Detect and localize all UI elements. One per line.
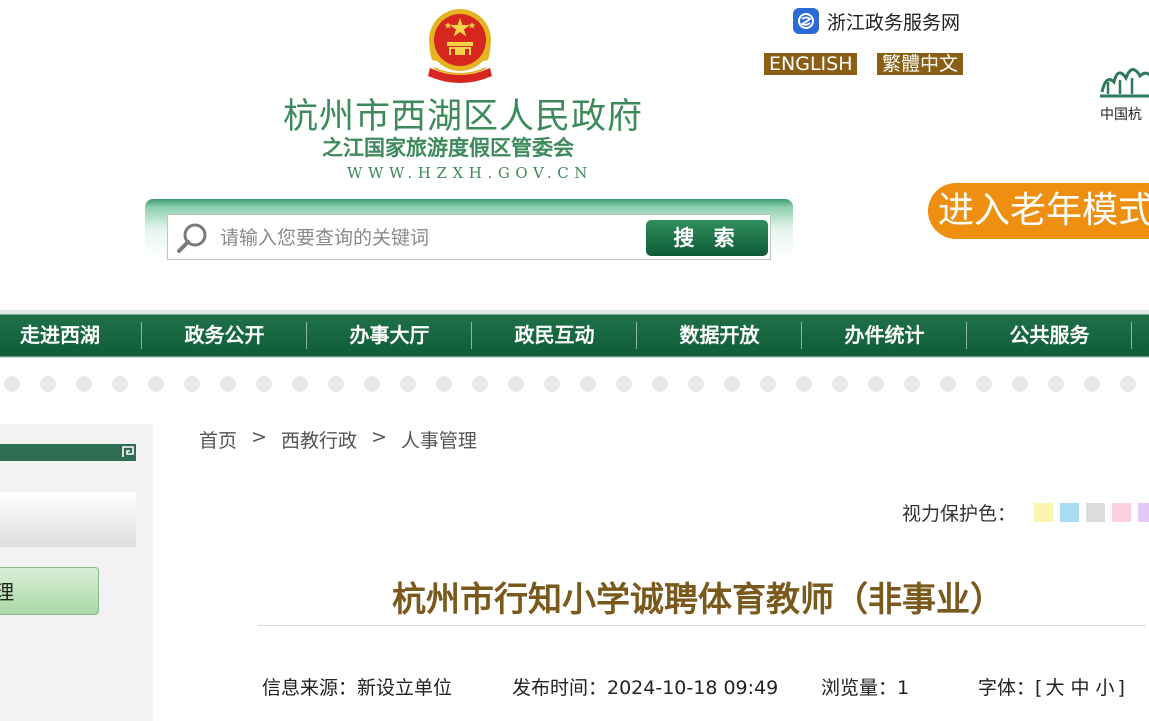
decorative-dot — [292, 376, 308, 392]
eye-color-pink[interactable] — [1112, 503, 1131, 522]
decorative-dot — [472, 376, 488, 392]
decorative-dot — [40, 376, 56, 392]
decorative-dot — [724, 376, 740, 392]
decorative-dot — [1120, 376, 1136, 392]
hangzhou-logo-icon — [1100, 68, 1149, 98]
search-input[interactable] — [218, 221, 642, 255]
sidebar: 理 — [0, 424, 153, 721]
decorative-dot — [940, 376, 956, 392]
zhejiang-service-label: 浙江政务服务网 — [827, 11, 961, 34]
nav-separator — [1131, 322, 1132, 349]
sidebar-item-personnel[interactable]: 理 — [0, 567, 99, 615]
main-nav: 走进西湖 政务公开 办事大厅 政民互动 数据开放 办件统计 公共服务 — [0, 310, 1149, 358]
nav-item-gov-affairs[interactable]: 政务公开 — [142, 315, 307, 356]
decorative-dot — [976, 376, 992, 392]
eye-color-gray[interactable] — [1086, 503, 1105, 522]
hangzhou-logo-caption: 中国杭 — [1100, 107, 1142, 123]
corner-ornament-icon — [122, 446, 134, 457]
decorative-dot — [112, 376, 128, 392]
decorative-dot — [1012, 376, 1028, 392]
breadcrumb-home[interactable]: 首页 — [199, 426, 237, 453]
decorative-dots-row — [0, 376, 1149, 396]
zhejiang-service-link[interactable]: 浙江政务服务网 — [793, 8, 960, 34]
breadcrumb-education-admin[interactable]: 西教行政 — [281, 426, 357, 453]
nav-item-about-xihu[interactable]: 走进西湖 — [0, 315, 120, 356]
decorative-dot — [652, 376, 668, 392]
title-divider — [258, 625, 1146, 626]
article-views: 浏览量：1 — [821, 677, 910, 699]
search-icon — [177, 223, 207, 253]
nav-item-service-hall[interactable]: 办事大厅 — [307, 315, 472, 356]
traditional-chinese-link[interactable]: 繁體中文 — [877, 53, 964, 75]
font-medium-button[interactable]: 中 — [1070, 677, 1089, 699]
nav-item-public-service[interactable]: 公共服务 — [967, 315, 1132, 356]
eye-protection-label: 视力保护色： — [902, 503, 1017, 525]
decorative-dot — [760, 376, 776, 392]
font-large-button[interactable]: 大 — [1045, 677, 1064, 699]
elder-mode-button[interactable]: 进入老年模式 — [928, 183, 1149, 239]
search-box: 搜 索 — [167, 214, 771, 260]
breadcrumb-personnel[interactable]: 人事管理 — [401, 426, 477, 453]
breadcrumb: 首页 > 西教行政 > 人事管理 — [199, 426, 477, 453]
decorative-dot — [364, 376, 380, 392]
decorative-dot — [904, 376, 920, 392]
decorative-dot — [400, 376, 416, 392]
eye-color-yellow[interactable] — [1034, 503, 1053, 522]
font-size-label: 字体： — [978, 677, 1036, 699]
decorative-dot — [832, 376, 848, 392]
site-url: WWW.HZXH.GOV.CN — [347, 164, 594, 182]
search-bar: 搜 索 — [145, 199, 793, 271]
nav-item-open-data[interactable]: 数据开放 — [637, 315, 802, 356]
decorative-dot — [868, 376, 884, 392]
nav-item-interaction[interactable]: 政民互动 — [472, 315, 637, 356]
decorative-dot — [220, 376, 236, 392]
decorative-dot — [1048, 376, 1064, 392]
article-publish-time: 发布时间：2024-10-18 09:49 — [512, 677, 779, 699]
eye-color-blue[interactable] — [1060, 503, 1079, 522]
article-title: 杭州市行知小学诚聘体育教师（非事业） — [392, 580, 1004, 620]
decorative-dot — [4, 376, 20, 392]
national-emblem-icon — [420, 2, 500, 88]
site-subtitle: 之江国家旅游度假区管委会 — [322, 136, 574, 160]
decorative-dot — [1084, 376, 1100, 392]
nav-item-case-stats[interactable]: 办件统计 — [802, 315, 967, 356]
decorative-dot — [580, 376, 596, 392]
breadcrumb-separator: > — [370, 426, 387, 448]
sidebar-category — [0, 492, 136, 547]
english-version-link[interactable]: ENGLISH — [764, 53, 858, 75]
sidebar-item-label: 理 — [0, 580, 14, 604]
font-size-control: 字体：[大中小] — [978, 673, 1125, 700]
font-bracket-open: [ — [1035, 677, 1043, 699]
decorative-dot — [544, 376, 560, 392]
decorative-dot — [436, 376, 452, 392]
hangzhou-city-logo[interactable]: 中国杭 — [1096, 52, 1149, 127]
decorative-dot — [508, 376, 524, 392]
decorative-dot — [616, 376, 632, 392]
decorative-dot — [688, 376, 704, 392]
decorative-dot — [184, 376, 200, 392]
font-small-button[interactable]: 小 — [1095, 677, 1114, 699]
sidebar-header-bar — [0, 444, 136, 461]
decorative-dot — [256, 376, 272, 392]
breadcrumb-separator: > — [251, 426, 267, 448]
zhejiang-service-icon — [793, 8, 819, 34]
font-bracket-close: ] — [1117, 677, 1125, 699]
eye-color-purple[interactable] — [1138, 503, 1149, 522]
decorative-dot — [148, 376, 164, 392]
article-source: 信息来源：新设立单位 — [262, 677, 453, 699]
search-button[interactable]: 搜 索 — [646, 220, 768, 256]
decorative-dot — [76, 376, 92, 392]
decorative-dot — [328, 376, 344, 392]
decorative-dot — [796, 376, 812, 392]
